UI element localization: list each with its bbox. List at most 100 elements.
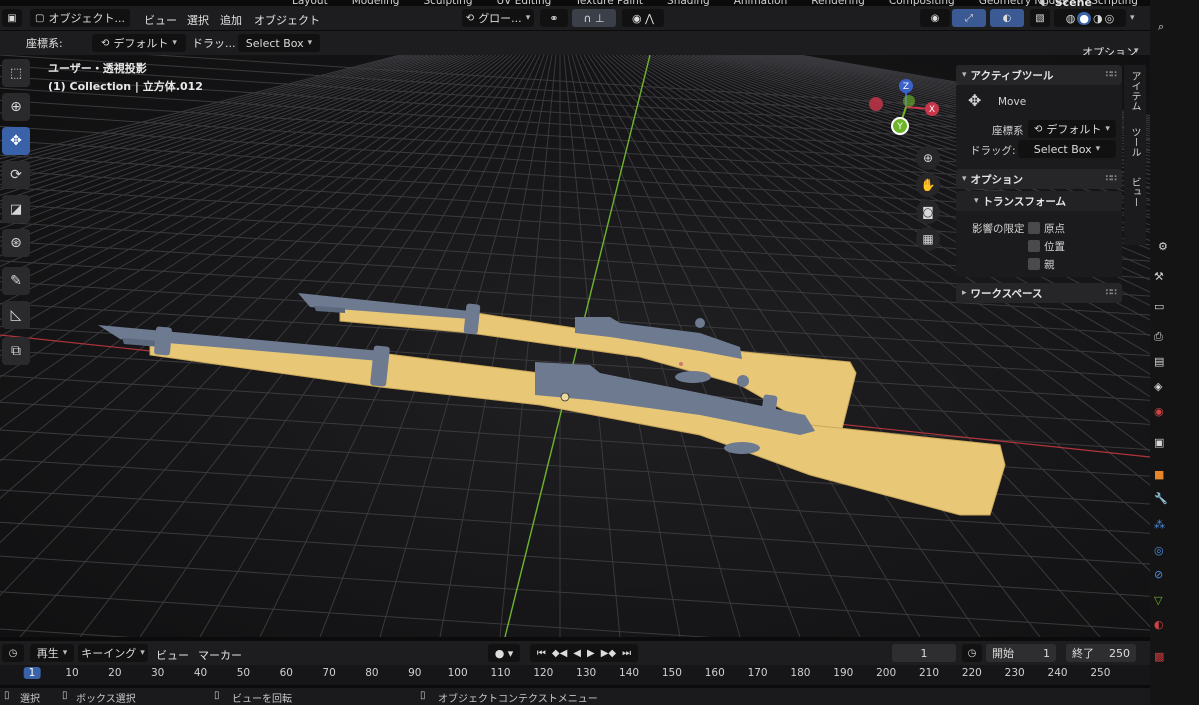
overlays-toggle[interactable]: ◐ [990,9,1024,27]
tab-tool[interactable]: ツール [1128,127,1142,157]
play-icon[interactable]: ▶ [587,648,595,659]
transform-icon: ⊛ [10,235,22,251]
navigation-gizmo[interactable]: Z X Y [864,75,944,155]
tool-tab-icon[interactable]: ⚒ [1154,270,1198,283]
snap-toggle[interactable]: ∩ ⊥ [572,9,616,27]
tab-item[interactable]: アイテム [1128,71,1142,111]
render-properties-icon[interactable]: ▭ [1154,300,1164,313]
scale-tool[interactable]: ◪ [2,195,30,223]
physics-icon[interactable]: ◎ [1154,544,1164,557]
affect-parents-checkbox[interactable] [1028,258,1040,270]
drag-dropdown[interactable]: Select Box ▾ [238,34,320,52]
workspace-panel-header[interactable]: ▸ ワークスペース ∷∷ [956,283,1122,303]
panel-coord-dropdown[interactable]: ⟲ デフォルト ▾ [1028,120,1116,138]
ortho-toggle-button[interactable]: ▦ [916,227,940,251]
annotate-tool[interactable]: ✎ [2,267,30,295]
material-properties-icon[interactable]: ◐ [1154,618,1164,631]
prev-keyframe-icon[interactable]: ◆◀ [552,648,567,659]
shading-mode-buttons[interactable]: ◍ ● ◑ ◎ [1054,9,1126,27]
proportional-editing[interactable]: ◉ ⋀ [622,9,664,27]
frame-tick-label: 150 [661,667,682,679]
collection-properties-icon[interactable]: ▣ [1154,436,1164,449]
select-box-tool[interactable]: ⬚ [2,59,30,87]
rifle-model-front[interactable] [98,325,1006,516]
auto-keying-toggle[interactable]: ● ▾ [488,644,520,662]
transform-subpanel-header[interactable]: ▾ トランスフォーム [956,191,1122,211]
rendered-shading-icon[interactable]: ◎ [1105,12,1115,25]
stopwatch-icon: ◷ [967,647,977,659]
preview-range-toggle[interactable]: ◷ [962,644,982,662]
gizmo-toggle[interactable]: ⤢ [952,9,986,27]
search-icon[interactable]: ⌕ [1158,20,1164,34]
gizmo-neg-x-icon[interactable] [869,97,883,111]
xray-toggle[interactable]: ▧ [1030,9,1050,27]
cursor-tool[interactable]: ⊕ [2,93,30,121]
data-properties-icon[interactable]: ▽ [1154,594,1162,607]
start-frame-field[interactable]: 開始 1 [986,644,1056,662]
playback-menu[interactable]: 再生 ▾ [30,644,74,662]
solid-shading-icon[interactable]: ● [1077,11,1091,25]
jump-end-icon[interactable]: ⏭ [622,648,631,659]
active-tool-panel-header[interactable]: ▾ アクティブツール ∷∷ [956,65,1122,85]
tab-view[interactable]: ビュー [1128,177,1142,207]
measure-tool[interactable]: ◺ [2,301,30,329]
pan-button[interactable]: ✋ [916,173,940,197]
active-tool-panel-body: ✥ Move 座標系 ⟲ デフォルト ▾ ドラッグ: Select Box ▾ [956,85,1122,169]
add-cube-tool[interactable]: ⧉ [2,337,30,365]
drag-grip-icon[interactable]: ∷∷ [1105,70,1116,80]
play-reverse-icon[interactable]: ◀ [573,648,581,659]
modifier-properties-icon[interactable]: 🔧 [1154,492,1168,505]
editor-type-button[interactable]: ▣ [2,9,22,27]
camera-view-button[interactable]: ◙ [916,200,940,224]
coord-value: デフォルト [1046,123,1102,136]
chevron-down-icon[interactable]: ▾ [1130,13,1135,23]
gizmo-icon: ⤢ [965,12,973,24]
move-tool[interactable]: ✥ [2,127,30,155]
timeline-view-menu[interactable]: ビュー [156,647,189,663]
end-frame-field[interactable]: 終了 250 [1066,644,1136,662]
start-value: 1 [1043,646,1050,660]
wireframe-shading-icon[interactable]: ◍ [1066,12,1076,25]
mode-selector[interactable]: ▢ オブジェクト... [30,9,130,27]
visibility-button[interactable]: ◉ [920,9,950,27]
cursor-target-icon: ⊕ [10,99,22,115]
scene-properties-icon[interactable]: ◈ [1154,380,1162,393]
constraints-icon[interactable]: ⊘ [1154,568,1163,581]
output-properties-icon[interactable]: ⎙ [1154,330,1163,344]
panel-drag-dropdown[interactable]: Select Box ▾ [1018,140,1116,158]
view-layer-icon[interactable]: ▤ [1154,355,1164,368]
menu-object[interactable]: オブジェクト [254,12,320,28]
options-panel-header[interactable]: ▾ オプション ∷∷ [956,169,1122,189]
pivot-point-button[interactable]: ⚭ [540,9,568,27]
drag-grip-icon[interactable]: ∷∷ [1105,288,1116,298]
jump-start-icon[interactable]: ⏮ [537,648,546,659]
menu-view[interactable]: ビュー [144,12,177,28]
frame-tick-label: 250 [1090,667,1111,679]
next-keyframe-icon[interactable]: ▶◆ [601,648,616,659]
drag-grip-icon[interactable]: ∷∷ [1105,174,1116,184]
playback-controls[interactable]: ⏮ ◆◀ ◀ ▶ ▶◆ ⏭ [530,644,638,662]
frame-tick-label: 50 [236,667,251,679]
particles-icon[interactable]: ⁂ [1154,518,1165,531]
rotate-tool[interactable]: ⟳ [2,161,30,189]
texture-properties-icon[interactable]: ▩ [1154,650,1164,663]
menu-select[interactable]: 選択 [187,12,209,28]
marker-menu[interactable]: マーカー [198,647,242,663]
affect-origins-checkbox[interactable] [1028,222,1040,234]
world-properties-icon[interactable]: ◉ [1154,405,1164,418]
menu-add[interactable]: 追加 [220,12,242,28]
transform-tool[interactable]: ⊛ [2,229,30,257]
keying-menu[interactable]: キーイング ▾ [78,644,148,662]
zoom-button[interactable]: ⊕ [916,146,940,170]
affect-locations-checkbox[interactable] [1028,240,1040,252]
gizmo-x-label: X [929,105,935,115]
coord-system-dropdown[interactable]: ⟲ デフォルト ▾ [92,34,186,52]
object-properties-icon[interactable]: ■ [1154,468,1164,481]
gizmo-neg-y-icon[interactable] [903,95,915,107]
gizmo-y-label: Y [896,122,903,132]
material-shading-icon[interactable]: ◑ [1093,12,1103,25]
transform-orientation-dropdown[interactable]: ⟲ グロー... ▾ [462,9,534,27]
editor-type-icon[interactable]: ⚙ [1158,240,1168,253]
current-frame-field[interactable]: 1 [892,644,956,662]
timeline-editor-type[interactable]: ◷ [2,644,24,662]
